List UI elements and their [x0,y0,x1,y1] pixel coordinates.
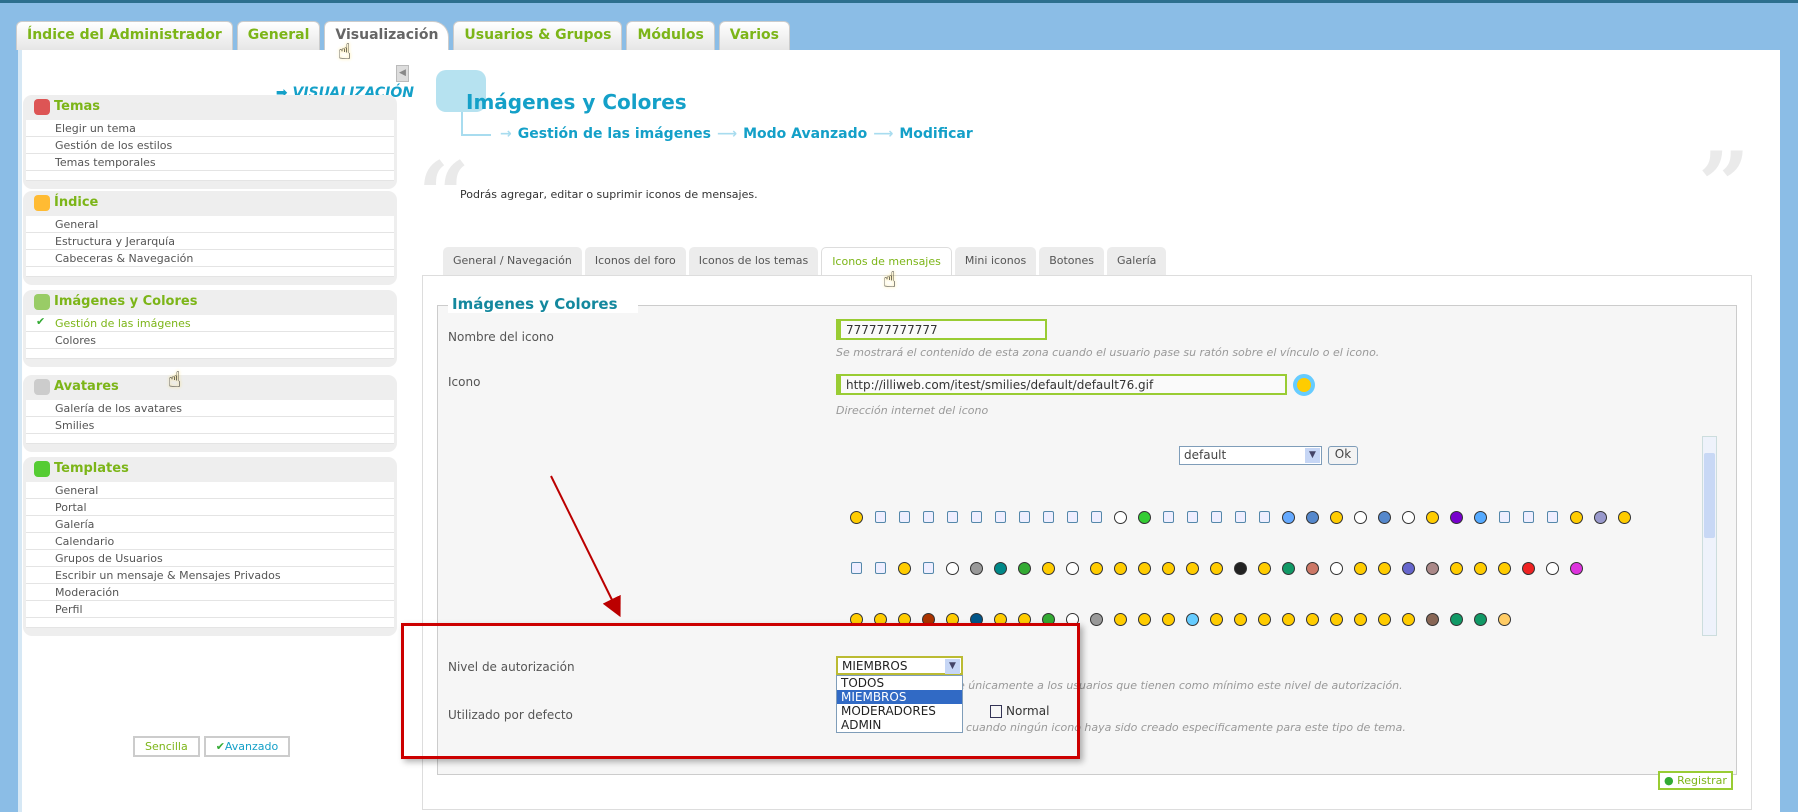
auth-level-option[interactable]: ADMIN [837,718,962,732]
auth-level-option[interactable]: TODOS [837,676,962,690]
hand-cursor-icon: ☝ [168,368,182,393]
hand-cursor-icon: ☝ [338,40,352,65]
hand-cursor-icon: ☝ [883,268,897,293]
auth-level-option[interactable]: MODERADORES [837,704,962,718]
auth-level-option[interactable]: MIEMBROS [837,690,962,704]
auth-level-options: TODOS MIEMBROS MODERADORES ADMIN [836,675,963,733]
